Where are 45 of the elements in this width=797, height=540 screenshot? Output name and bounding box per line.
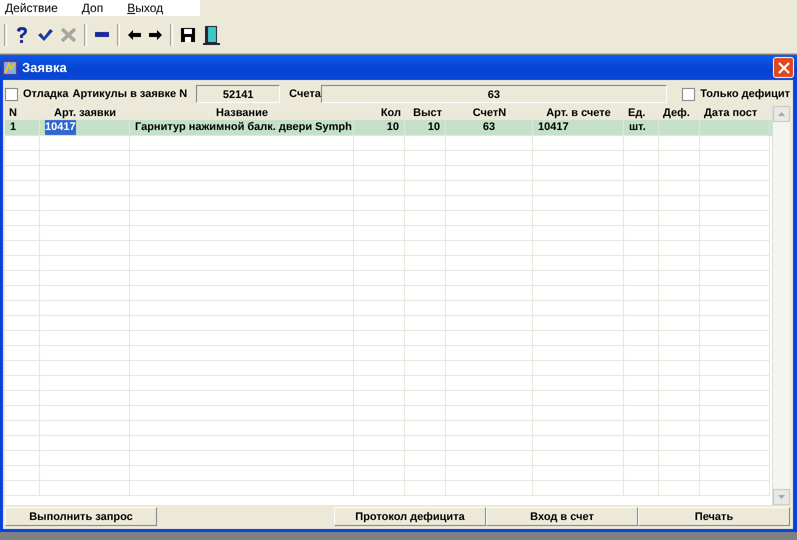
close-button[interactable] <box>773 57 794 78</box>
action-button[interactable]: Протокол дефицита <box>334 507 486 526</box>
column-header: Выст <box>412 106 443 120</box>
check-icon[interactable] <box>37 28 53 42</box>
right-arrow-icon[interactable] <box>149 30 162 40</box>
column-header: Ед. <box>627 106 646 120</box>
table-cell: 10417 <box>538 120 569 134</box>
menu-item[interactable]: Выход <box>127 0 164 16</box>
window-title: Заявка <box>22 60 68 75</box>
column-header: СчетN <box>472 106 508 120</box>
help-icon[interactable] <box>15 26 29 44</box>
down-arrow-icon <box>778 495 785 499</box>
table-cell: 1 <box>10 120 16 134</box>
column-header: Арт. в счете <box>545 106 612 120</box>
column-header: Деф. <box>662 106 691 120</box>
column-header: Арт. заявки <box>53 106 117 120</box>
menu-item[interactable]: Действие <box>5 0 58 16</box>
table-row[interactable]: 1 10417 Гарнитур нажимной балк. двери Symph 10 10 63 10417 шт. <box>5 120 772 136</box>
checkbox-label: Только дефицит <box>700 88 790 100</box>
table-cell: 10 <box>428 120 440 134</box>
up-arrow-icon <box>778 112 785 116</box>
field-label: Счета <box>289 88 321 100</box>
checkbox[interactable] <box>682 88 696 100</box>
left-arrow-icon[interactable] <box>128 30 141 40</box>
table-cell: 63 <box>482 120 496 134</box>
table-cell: 10 <box>386 120 399 134</box>
column-header: N <box>8 106 18 120</box>
menu-item[interactable]: Доп <box>82 0 104 16</box>
column-header: Дата пост <box>703 106 758 120</box>
action-button[interactable]: Печать <box>638 507 790 526</box>
app-icon <box>2 60 18 76</box>
field-label: Артикулы в заявке N <box>72 88 188 100</box>
action-button[interactable]: Вход в счет <box>486 507 638 526</box>
close-icon <box>778 62 790 74</box>
checkbox[interactable] <box>5 88 18 100</box>
table-cell: 10417 <box>45 120 76 134</box>
table-cell: шт. <box>629 120 646 134</box>
column-header: Название <box>215 106 269 120</box>
request-number-field[interactable]: 52141 <box>196 85 280 103</box>
invoices-field[interactable]: 63 <box>320 85 667 103</box>
column-header: Кол <box>380 106 402 120</box>
checkbox-label: Отладка <box>23 88 69 100</box>
door-icon[interactable] <box>203 24 220 44</box>
action-button[interactable]: Выполнить запрос <box>5 507 157 526</box>
table-cell: Гарнитур нажимной балк. двери Symph <box>135 120 352 134</box>
